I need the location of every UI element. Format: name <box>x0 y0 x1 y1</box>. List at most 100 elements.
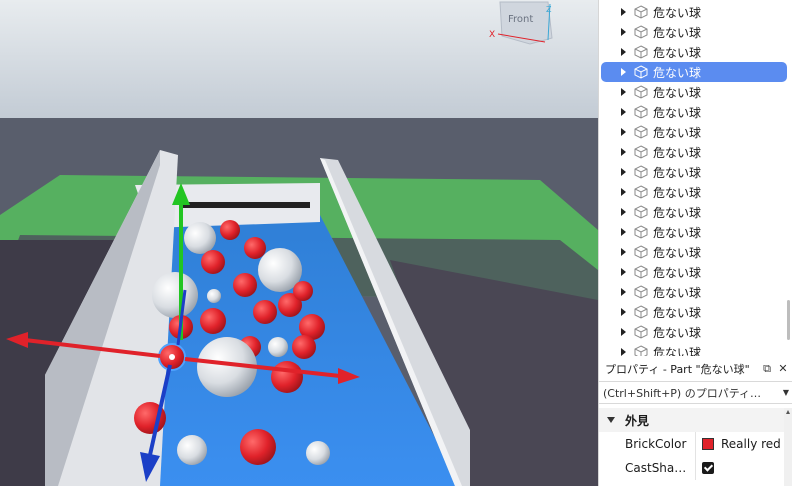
expand-arrow-icon[interactable] <box>621 48 627 56</box>
scene-canvas[interactable]: Front X Z <box>0 0 598 486</box>
part-icon <box>634 85 648 99</box>
expand-arrow-icon[interactable] <box>621 88 627 96</box>
explorer-item[interactable]: 危ない球 <box>601 222 787 242</box>
chevron-down-icon[interactable]: ▼ <box>780 388 792 397</box>
expand-arrow-icon[interactable] <box>621 8 627 16</box>
view-cube-x-label: X <box>489 30 495 40</box>
explorer-item[interactable]: 危ない球 <box>601 302 787 322</box>
expand-arrow-icon[interactable] <box>621 148 627 156</box>
red-ball <box>253 300 277 324</box>
expand-arrow-icon[interactable] <box>621 228 627 236</box>
grey-ball <box>207 289 221 303</box>
expand-arrow-icon[interactable] <box>621 168 627 176</box>
properties-header: プロパティ - Part "危ない球" ⧉ ✕ <box>599 356 792 382</box>
explorer-item[interactable]: 危ない球 <box>601 282 787 302</box>
red-ball <box>233 273 257 297</box>
part-icon <box>634 225 648 239</box>
red-ball <box>220 220 240 240</box>
explorer-item[interactable]: 危ない球 <box>601 162 787 182</box>
explorer-item-label: 危ない球 <box>653 5 702 20</box>
expand-arrow-icon[interactable] <box>621 128 627 136</box>
section-appearance[interactable]: 外見 <box>599 408 792 432</box>
explorer-item-label: 危ない球 <box>653 325 702 340</box>
filter-placeholder: (Ctrl+Shift+P) のプロパティ… <box>603 386 762 400</box>
part-icon <box>634 305 648 319</box>
explorer-item[interactable]: 危ない球 <box>601 42 787 62</box>
expand-arrow-icon[interactable] <box>621 108 627 116</box>
part-icon <box>634 345 648 356</box>
red-ball <box>201 250 225 274</box>
expand-arrow-icon[interactable] <box>621 268 627 276</box>
expand-arrow-icon[interactable] <box>621 288 627 296</box>
explorer-item-label: 危ない球 <box>653 45 702 60</box>
part-icon <box>634 25 648 39</box>
part-icon <box>634 325 648 339</box>
explorer-item[interactable]: 危ない球 <box>601 122 787 142</box>
explorer-item-label: 危ない球 <box>653 25 702 40</box>
part-icon <box>634 5 648 19</box>
explorer-item[interactable]: 危ない球 <box>601 142 787 162</box>
part-icon <box>634 265 648 279</box>
part-icon <box>634 165 648 179</box>
expand-arrow-icon[interactable] <box>621 348 627 356</box>
view-cube-z-label: Z <box>546 5 552 14</box>
grey-ball <box>152 272 198 318</box>
properties-panel[interactable]: プロパティ - Part "危ない球" ⧉ ✕ (Ctrl+Shift+P) の… <box>598 356 792 486</box>
explorer-item-label: 危ない球 <box>653 85 702 100</box>
explorer-item-label: 危ない球 <box>653 125 702 140</box>
3d-viewport[interactable]: Front X Z <box>0 0 598 486</box>
expand-arrow-icon[interactable] <box>621 308 627 316</box>
red-ball <box>271 361 303 393</box>
explorer-item[interactable]: 危ない球 <box>601 242 787 262</box>
property-value[interactable]: Really red <box>696 432 792 456</box>
explorer-item[interactable]: 危ない球 <box>601 2 787 22</box>
expand-arrow-icon[interactable] <box>621 248 627 256</box>
properties-filter-input[interactable]: (Ctrl+Shift+P) のプロパティ… ▼ <box>599 382 792 404</box>
part-icon <box>634 145 648 159</box>
part-icon <box>634 205 648 219</box>
red-ball <box>200 308 226 334</box>
expand-arrow-icon[interactable] <box>621 188 627 196</box>
red-ball <box>292 335 316 359</box>
expand-arrow-icon[interactable] <box>621 68 627 76</box>
explorer-item[interactable]: 危ない球 <box>601 102 787 122</box>
properties-title: プロパティ - Part "危ない球" <box>605 362 750 376</box>
properties-scrollbar[interactable] <box>784 408 792 486</box>
property-castshadow[interactable]: CastSha… <box>599 456 792 480</box>
explorer-item-label: 危ない球 <box>653 145 702 160</box>
explorer-panel[interactable]: 危ない球 危ない球 危ない球 危ない球 危ない球 危ない球 危ない球 危ない球 危ない球 危ない球… <box>598 0 792 356</box>
explorer-item[interactable]: 危ない球 <box>601 202 787 222</box>
property-name: CastSha… <box>599 456 696 480</box>
explorer-item-label: 危ない球 <box>653 105 702 120</box>
color-swatch[interactable] <box>702 438 714 450</box>
explorer-item-label: 危ない球 <box>653 65 702 80</box>
explorer-scrollbar[interactable] <box>787 300 790 340</box>
explorer-item[interactable]: 危ない球 <box>601 342 787 356</box>
explorer-item-label: 危ない球 <box>653 285 702 300</box>
explorer-item-label: 危ない球 <box>653 225 702 240</box>
explorer-item-label: 危ない球 <box>653 165 702 180</box>
expand-arrow-icon[interactable] <box>621 28 627 36</box>
part-icon <box>634 285 648 299</box>
expand-arrow-icon[interactable] <box>621 208 627 216</box>
castshadow-checkbox[interactable] <box>702 462 714 474</box>
property-brickcolor[interactable]: BrickColor Really red <box>599 432 792 456</box>
explorer-item[interactable]: 危ない球 <box>601 322 787 342</box>
collapse-icon[interactable] <box>607 417 615 423</box>
property-value[interactable] <box>696 456 792 480</box>
explorer-item-label: 危ない球 <box>653 265 702 280</box>
brickcolor-value: Really red <box>721 437 781 451</box>
undock-icon[interactable]: ⧉ <box>760 362 774 376</box>
expand-arrow-icon[interactable] <box>621 328 627 336</box>
explorer-item[interactable]: 危ない球 <box>601 182 787 202</box>
grey-ball <box>306 441 330 465</box>
explorer-item[interactable]: 危ない球 <box>601 22 787 42</box>
explorer-item-label: 危ない球 <box>653 245 702 260</box>
explorer-item[interactable]: 危ない球 <box>601 82 787 102</box>
explorer-item[interactable]: 危ない球 <box>601 262 787 282</box>
part-icon <box>634 185 648 199</box>
close-icon[interactable]: ✕ <box>776 362 790 376</box>
explorer-item[interactable]: 危ない球 <box>601 62 787 82</box>
red-ball <box>244 237 266 259</box>
section-title: 外見 <box>625 413 650 428</box>
